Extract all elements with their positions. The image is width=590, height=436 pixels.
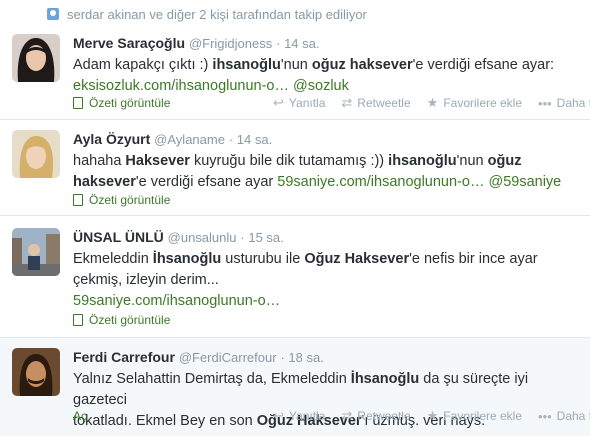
retweet-button[interactable]: ⇄ Retweetle [341, 408, 410, 424]
tweet-link[interactable]: 59saniye.com/ihsanoglunun-o… [277, 174, 484, 190]
tweet-text: Ekmeleddin İhsanoğlu usturubu ile Oğuz H… [73, 251, 538, 309]
tweet-4[interactable]: Ferdi Carrefour @FerdiCarrefour · 18 sa.… [0, 338, 590, 436]
document-icon [73, 194, 83, 206]
more-icon: ••• [538, 95, 552, 111]
star-icon: ★ [426, 95, 439, 110]
more-button[interactable]: •••Daha fazla [538, 96, 590, 111]
reply-button[interactable]: ↩ Yanıtla [273, 95, 325, 111]
document-icon [73, 97, 83, 109]
favorite-button[interactable]: ★ Favorilere ekle [427, 95, 522, 111]
retweet-button[interactable]: ⇄ Retweetle [341, 95, 410, 111]
tweet-3[interactable]: ÜNSAL ÜNLÜ @unsalunlu · 15 sa. Ekmeleddi… [0, 216, 590, 338]
tweet-author-handle[interactable]: @unsalunlu [168, 230, 237, 245]
tweet-header: Merve Saraçoğlu @Frigidjoness · 14 sa. [73, 35, 320, 51]
user-icon [47, 8, 59, 20]
tweet-time[interactable]: 14 sa. [284, 36, 319, 51]
more-icon: ••• [538, 408, 552, 424]
tweet-time[interactable]: 14 sa. [237, 132, 272, 147]
retweet-icon: ⇄ [341, 95, 353, 110]
follow-context: serdar akinan ve diğer 2 kişi tarafından… [0, 0, 590, 28]
avatar[interactable] [12, 228, 60, 276]
tweet-2[interactable]: Ayla Özyurt @Aylaname · 14 sa. hahaha Ha… [0, 120, 590, 216]
retweet-icon: ⇄ [341, 408, 353, 423]
tweet-author-handle[interactable]: @Aylaname [154, 132, 225, 147]
view-summary-link[interactable]: Özeti görüntüle [73, 96, 170, 110]
tweet-time[interactable]: 15 sa. [248, 230, 283, 245]
avatar[interactable] [12, 34, 60, 82]
follow-context-text: serdar akinan ve diğer 2 kişi tarafından… [67, 6, 367, 22]
reply-button[interactable]: ↩ Yanıtla [273, 408, 325, 424]
view-summary-link[interactable]: Özeti görüntüle [73, 193, 170, 207]
tweet-link[interactable]: eksisozluk.com/ihsanoglunun-o… [73, 78, 289, 94]
tweet-text: Adam kapakçı çıktı :) ihsanoğlu'nun oğuz… [73, 57, 555, 94]
tweet-author-name[interactable]: Ferdi Carrefour [73, 349, 175, 365]
reply-icon: ↩ [273, 408, 284, 423]
more-button[interactable]: •••Daha fazla [538, 409, 590, 424]
favorite-button[interactable]: ★ Favorilere ekle [427, 408, 522, 424]
view-summary-link[interactable]: Özeti görüntüle [73, 313, 170, 327]
avatar[interactable] [12, 130, 60, 178]
star-icon: ★ [426, 408, 439, 423]
tweet-text: hahaha Haksever kuyruğu bile dik tutamam… [73, 153, 562, 190]
reply-icon: ↩ [273, 95, 284, 110]
tweet-author-handle[interactable]: @FerdiCarrefour [179, 350, 277, 365]
tweet-mention[interactable]: @59saniye [488, 174, 561, 190]
tweet-author-name[interactable]: Merve Saraçoğlu [73, 35, 185, 51]
document-icon [73, 314, 83, 326]
avatar[interactable] [12, 348, 60, 396]
open-link[interactable]: Aç [73, 409, 87, 423]
tweet-mention[interactable]: @sozluk [293, 78, 349, 94]
tweet-link[interactable]: 59saniye.com/ihsanoglunun-o… [73, 293, 280, 309]
tweet-1[interactable]: Merve Saraçoğlu @Frigidjoness · 14 sa. A… [0, 28, 590, 120]
tweet-author-name[interactable]: Ayla Özyurt [73, 131, 150, 147]
tweet-author-name[interactable]: ÜNSAL ÜNLÜ [73, 229, 164, 245]
tweet-time[interactable]: 18 sa. [288, 350, 323, 365]
tweet-author-handle[interactable]: @Frigidjoness [189, 36, 272, 51]
